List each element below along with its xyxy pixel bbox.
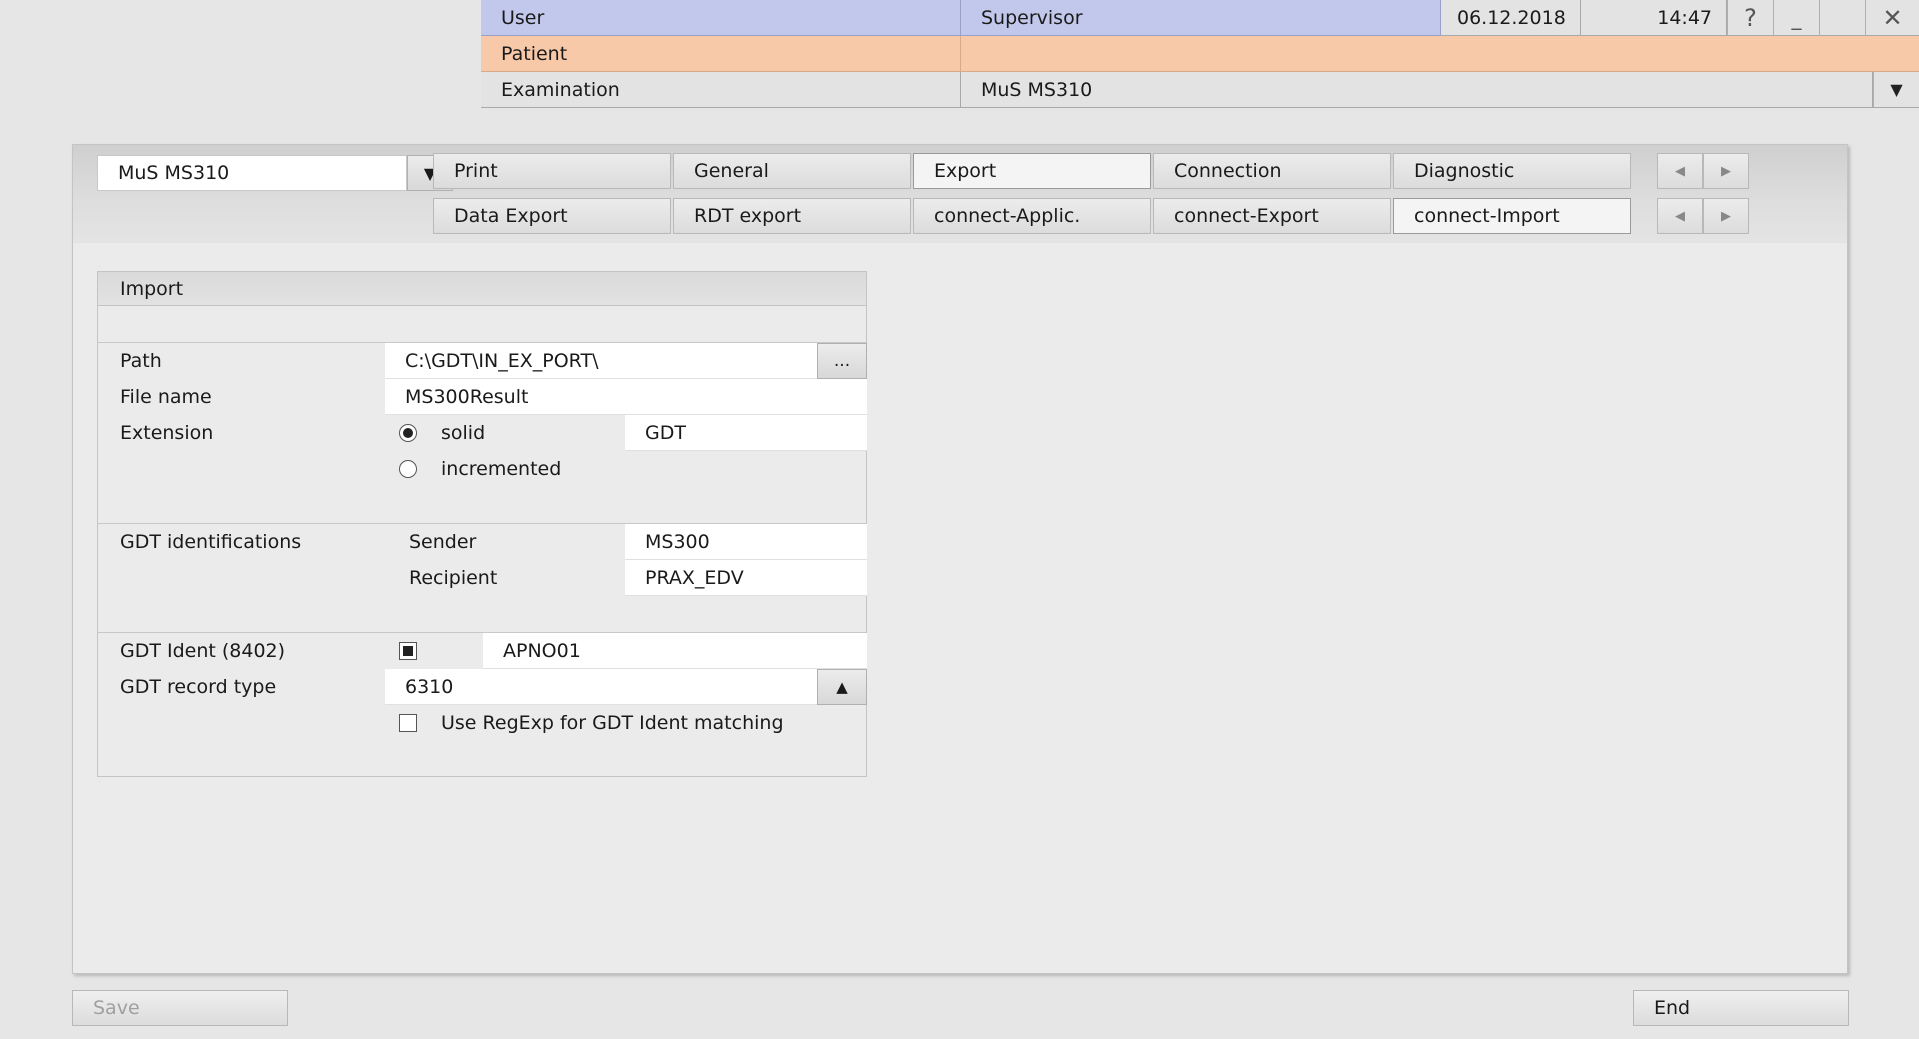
gdt-ident-checkbox[interactable] xyxy=(399,642,417,660)
regexp-label: Use RegExp for GDT Ident matching xyxy=(441,712,784,734)
help-button[interactable]: ? xyxy=(1727,0,1773,36)
spacer-button[interactable] xyxy=(1819,0,1865,36)
path-input[interactable]: C:\GDT\IN_EX_PORT\ xyxy=(385,343,817,379)
patient-value[interactable] xyxy=(961,36,1919,72)
regexp-checkbox[interactable] xyxy=(399,714,417,732)
patient-label: Patient xyxy=(481,36,961,72)
tab-row1-prev-button[interactable]: ◀ xyxy=(1657,153,1703,189)
path-label: Path xyxy=(120,350,162,372)
tab-connect-import[interactable]: connect-Import xyxy=(1393,198,1631,234)
tab-row2-next-button[interactable]: ▶ xyxy=(1703,198,1749,234)
examination-dropdown-button[interactable]: ▼ xyxy=(1873,72,1919,108)
extension-incremented-radio[interactable] xyxy=(399,460,417,478)
save-button[interactable]: Save xyxy=(72,990,288,1026)
chevron-down-icon: ▼ xyxy=(1890,80,1903,99)
gdt-ident-label: GDT Ident (8402) xyxy=(120,640,286,662)
extension-solid-radio[interactable] xyxy=(399,424,417,442)
extension-incremented-label: incremented xyxy=(441,458,562,480)
tab-rdt-export[interactable]: RDT export xyxy=(673,198,911,234)
tab-general[interactable]: General xyxy=(673,153,911,189)
date-display: 06.12.2018 xyxy=(1441,0,1581,36)
arrow-right-icon: ▶ xyxy=(1721,208,1731,224)
help-icon: ? xyxy=(1744,3,1757,32)
minimize-button[interactable]: _ xyxy=(1773,0,1819,36)
end-button[interactable]: End xyxy=(1633,990,1849,1026)
close-button[interactable]: ✕ xyxy=(1865,0,1919,36)
import-section: Import Path C:\GDT\IN_EX_PORT\ ... File … xyxy=(97,271,867,777)
tab-data-export[interactable]: Data Export xyxy=(433,198,671,234)
tab-row2-prev-button[interactable]: ◀ xyxy=(1657,198,1703,234)
extension-solid-input[interactable]: GDT xyxy=(625,415,867,451)
record-type-spin-button[interactable]: ▲ xyxy=(817,669,867,705)
tab-connect-export[interactable]: connect-Export xyxy=(1153,198,1391,234)
arrow-right-icon: ▶ xyxy=(1721,163,1731,179)
sender-label: Sender xyxy=(409,531,477,553)
time-display: 14:47 xyxy=(1581,0,1727,36)
arrow-left-icon: ◀ xyxy=(1675,208,1685,224)
user-value: Supervisor xyxy=(961,0,1441,36)
browse-path-button[interactable]: ... xyxy=(817,343,867,379)
arrow-left-icon: ◀ xyxy=(1675,163,1685,179)
tab-connect-applic[interactable]: connect-Applic. xyxy=(913,198,1151,234)
minimize-icon: _ xyxy=(1791,5,1802,30)
tab-row1-next-button[interactable]: ▶ xyxy=(1703,153,1749,189)
filename-label: File name xyxy=(120,386,212,408)
examination-label: Examination xyxy=(481,72,961,108)
user-label: User xyxy=(481,0,961,36)
tab-bar: MuS MS310 ▼ Print General Export Connect… xyxy=(73,145,1847,243)
recipient-input[interactable]: PRAX_EDV xyxy=(625,560,867,596)
extension-label: Extension xyxy=(120,422,214,444)
device-select[interactable]: MuS MS310 xyxy=(97,155,407,191)
sender-input[interactable]: MS300 xyxy=(625,524,867,560)
tab-print[interactable]: Print xyxy=(433,153,671,189)
chevron-up-icon: ▲ xyxy=(836,678,848,696)
record-type-label: GDT record type xyxy=(120,676,277,698)
recipient-label: Recipient xyxy=(409,567,498,589)
record-type-input[interactable]: 6310 xyxy=(385,669,817,705)
extension-solid-label: solid xyxy=(441,422,486,444)
close-icon: ✕ xyxy=(1882,3,1903,32)
gdt-ident-input[interactable]: APNO01 xyxy=(483,633,867,669)
gdt-identifications-label: GDT identifications xyxy=(120,531,302,553)
tab-connection[interactable]: Connection xyxy=(1153,153,1391,189)
examination-value[interactable]: MuS MS310 xyxy=(961,72,1873,108)
import-section-title: Import xyxy=(98,272,866,306)
tab-diagnostic[interactable]: Diagnostic xyxy=(1393,153,1631,189)
filename-input[interactable]: MS300Result xyxy=(385,379,867,415)
main-panel: MuS MS310 ▼ Print General Export Connect… xyxy=(72,144,1848,974)
tab-export[interactable]: Export xyxy=(913,153,1151,189)
